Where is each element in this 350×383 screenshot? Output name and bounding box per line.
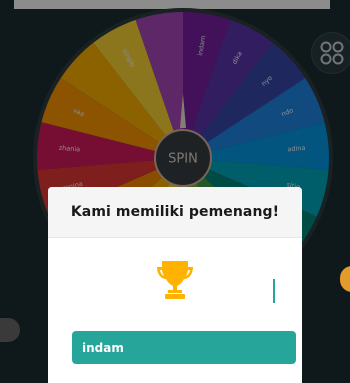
text-cursor <box>273 279 275 303</box>
dialog-header: Kami memiliki pemenang! <box>48 187 302 238</box>
winner-name: indam <box>82 340 124 355</box>
winner-dialog: Kami memiliki pemenang! indam <box>48 187 302 383</box>
dialog-title: Kami memiliki pemenang! <box>70 204 280 220</box>
trophy-icon <box>157 261 193 299</box>
winner-name-field[interactable]: indam <box>72 331 296 364</box>
